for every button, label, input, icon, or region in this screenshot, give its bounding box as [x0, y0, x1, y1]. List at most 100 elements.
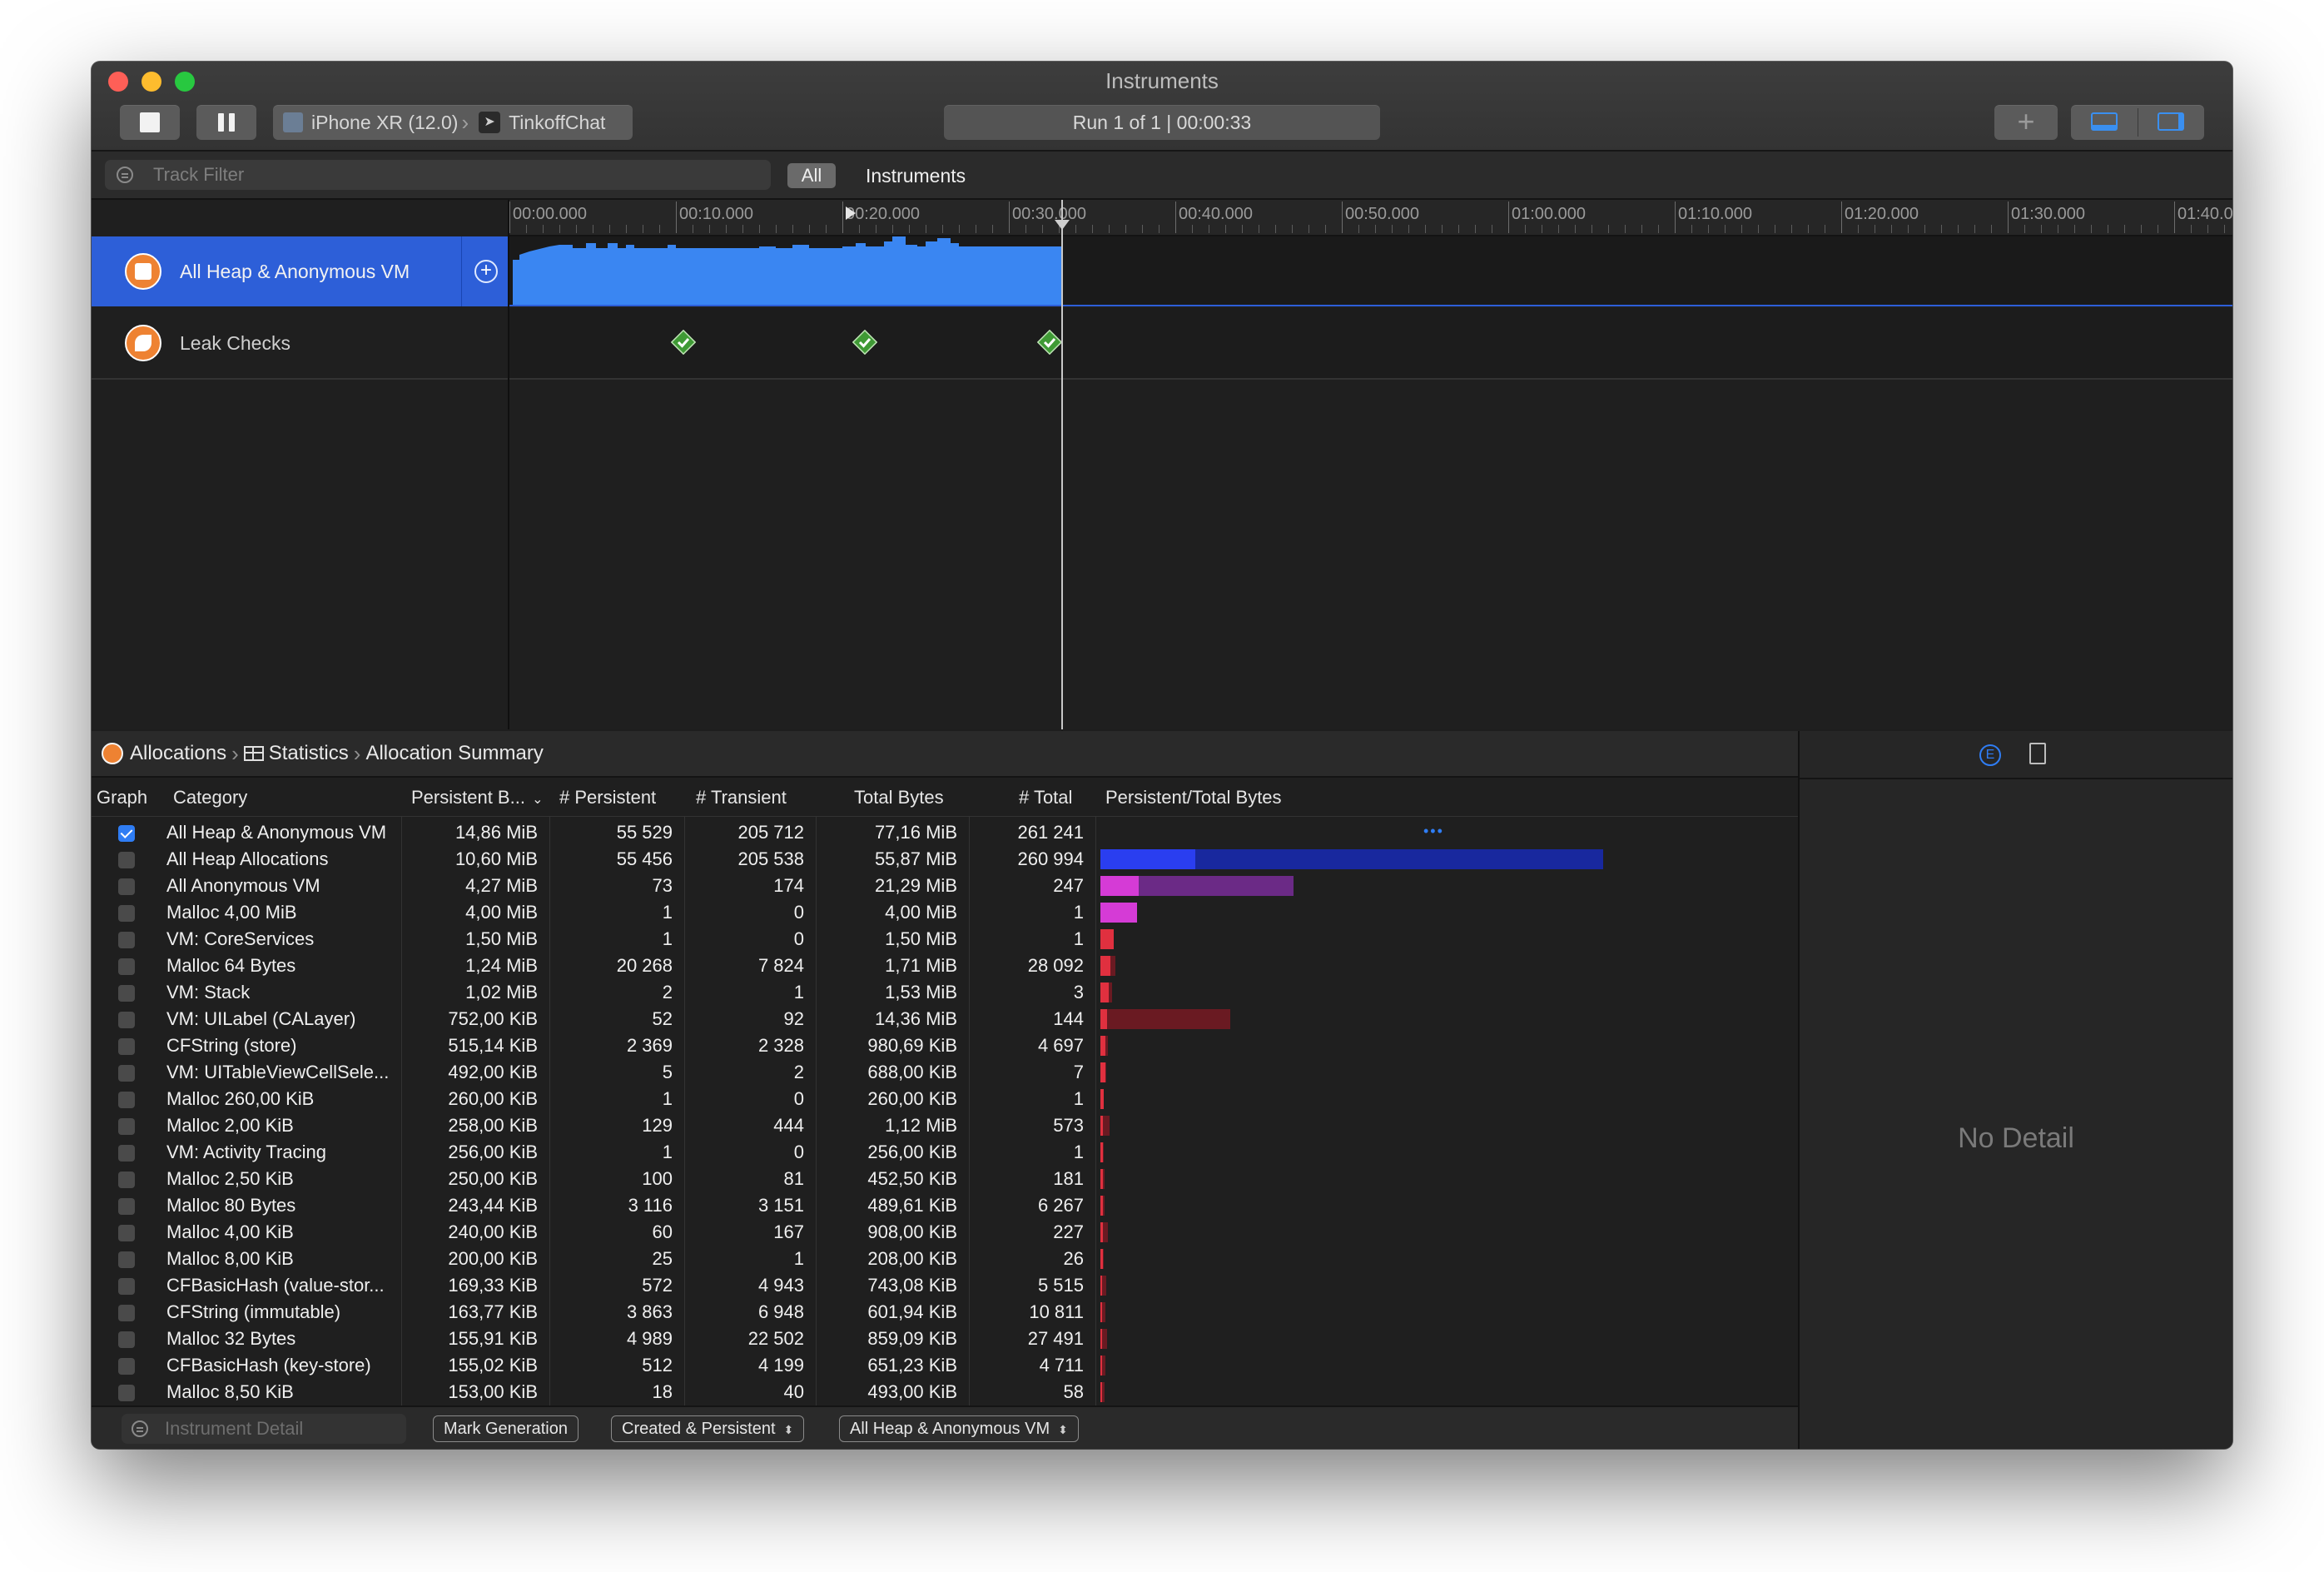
column-header-transient[interactable]: # Transient [696, 779, 787, 816]
table-row[interactable]: Malloc 8,50 KiB 153,00 KiB 18 40 493,00 KiB 5… [92, 1379, 1798, 1405]
graph-checkbox[interactable] [118, 1198, 135, 1215]
track-filter-input[interactable]: Track Filter [105, 160, 771, 190]
cell-category: All Anonymous VM [166, 875, 320, 896]
breadcrumb-summary[interactable]: Allocation Summary [365, 742, 543, 765]
table-row[interactable]: Malloc 32 Bytes 155,91 KiB 4 989 22 502 859,… [92, 1326, 1798, 1352]
leak-check-passed-icon[interactable] [671, 330, 696, 355]
ruler-minor-tick [1758, 225, 1759, 233]
track-row-leaks[interactable]: Leak Checks [92, 308, 2232, 380]
table-row[interactable]: All Anonymous VM 4,27 MiB 73 174 21,29 MiB 24… [92, 873, 1798, 899]
ruler-minor-tick [1625, 225, 1626, 233]
graph-checkbox[interactable] [118, 1172, 135, 1188]
graph-checkbox[interactable] [118, 878, 135, 895]
graph-checkbox[interactable] [118, 825, 135, 842]
table-row[interactable]: VM: Activity Tracing 256,00 KiB 1 0 256,00 K… [92, 1139, 1798, 1166]
leak-check-passed-icon[interactable] [852, 330, 877, 355]
document-icon[interactable] [2029, 743, 2046, 764]
graph-checkbox[interactable] [118, 1358, 135, 1375]
time-ruler[interactable]: 00:00.000 00:10.000 00:20.000 00:30.000 00:4… [509, 200, 2232, 236]
table-row[interactable]: Malloc 260,00 KiB 260,00 KiB 1 0 260,00 KiB 1 [92, 1086, 1798, 1112]
table-row[interactable]: All Heap & Anonymous VM 14,86 MiB 55 529 20… [92, 819, 1798, 846]
table-row[interactable]: CFBasicHash (key-store) 155,02 KiB 512 4 19… [92, 1352, 1798, 1379]
table-row[interactable]: Malloc 2,00 KiB 258,00 KiB 129 444 1,12 MiB 5… [92, 1112, 1798, 1139]
column-header-total-bytes[interactable]: Total Bytes [854, 779, 944, 816]
column-header-graph[interactable]: Graph [97, 779, 147, 816]
target-device-selector[interactable]: iPhone XR (12.0) › ➤ TinkoffChat [273, 105, 633, 140]
breadcrumb-instrument[interactable]: Allocations [130, 742, 226, 765]
table-row[interactable]: Malloc 8,00 KiB 200,00 KiB 25 1 208,00 KiB 26 [92, 1246, 1798, 1272]
graph-checkbox[interactable] [118, 958, 135, 975]
graph-checkbox[interactable] [118, 1092, 135, 1108]
graph-checkbox[interactable] [118, 1145, 135, 1162]
instrument-detail-filter-input[interactable]: Instrument Detail [122, 1414, 406, 1444]
track-name: Leak Checks [180, 332, 290, 354]
graph-checkbox[interactable] [118, 1225, 135, 1241]
playhead[interactable] [1061, 200, 1063, 729]
pause-recording-button[interactable] [196, 105, 256, 140]
scope-instruments-button[interactable]: Instruments [866, 163, 966, 188]
allocation-type-select[interactable]: All Heap & Anonymous VM ⬍ [839, 1415, 1079, 1442]
table-row[interactable]: All Heap Allocations 10,60 MiB 55 456 205 5… [92, 846, 1798, 873]
column-header-category[interactable]: Category [173, 779, 247, 816]
leak-check-passed-icon[interactable] [1037, 330, 1062, 355]
ruler-major-tick [2174, 201, 2175, 233]
table-row[interactable]: Malloc 4,00 KiB 240,00 KiB 60 167 908,00 KiB… [92, 1219, 1798, 1246]
graph-checkbox[interactable] [118, 1118, 135, 1135]
toggle-inspector-button[interactable] [2138, 105, 2204, 140]
graph-checkbox[interactable] [118, 852, 135, 868]
ruler-minor-tick [1791, 225, 1792, 233]
run-status[interactable]: Run 1 of 1 | 00:00:33 [944, 105, 1380, 140]
graph-checkbox[interactable] [118, 1251, 135, 1268]
cell-total-bytes: 493,00 KiB [867, 1381, 957, 1402]
track-row-allocations[interactable]: All Heap & Anonymous VM + [92, 236, 2232, 306]
graph-checkbox[interactable] [118, 1012, 135, 1028]
table-row[interactable]: VM: Stack 1,02 MiB 2 1 1,53 MiB 3 [92, 979, 1798, 1006]
column-header-persistent[interactable]: # Persistent [559, 779, 656, 816]
ruler-major-tick [2008, 201, 2009, 233]
table-row[interactable]: Malloc 4,00 MiB 4,00 MiB 1 0 4,00 MiB 1 [92, 899, 1798, 926]
scope-all-button[interactable]: All [787, 163, 836, 188]
allocations-graph[interactable] [509, 236, 2232, 306]
graph-checkbox[interactable] [118, 1278, 135, 1295]
ruler-label: 01:10.000 [1678, 205, 1752, 223]
mark-generation-button[interactable]: Mark Generation [433, 1415, 579, 1442]
extended-detail-icon[interactable]: E [1979, 744, 2001, 766]
track-header-leaks[interactable]: Leak Checks [92, 308, 508, 378]
graph-checkbox[interactable] [118, 905, 135, 922]
lifespan-select[interactable]: Created & Persistent ⬍ [611, 1415, 805, 1442]
table-row[interactable]: Malloc 2,50 KiB 250,00 KiB 100 81 452,50 KiB… [92, 1166, 1798, 1192]
inspection-marker[interactable] [846, 206, 856, 220]
breadcrumb-view[interactable]: Statistics [269, 742, 349, 765]
graph-checkbox[interactable] [118, 1331, 135, 1348]
column-header-persistent-total-bytes[interactable]: Persistent/Total Bytes [1105, 779, 1282, 816]
stop-recording-button[interactable] [120, 105, 180, 140]
table-row[interactable]: Malloc 80 Bytes 243,44 KiB 3 116 3 151 489,6… [92, 1192, 1798, 1219]
graph-checkbox[interactable] [118, 985, 135, 1002]
cell-total: 3 [1073, 982, 1084, 1002]
cell-total: 4 697 [1037, 1035, 1084, 1056]
graph-checkbox[interactable] [118, 1038, 135, 1055]
column-header-total[interactable]: # Total [1019, 779, 1072, 816]
add-instrument-button[interactable]: + [1994, 105, 2058, 140]
table-row[interactable]: CFString (immutable) 163,77 KiB 3 863 6 948… [92, 1299, 1798, 1326]
ruler-label: 00:10.000 [679, 205, 753, 223]
cell-category: Malloc 2,00 KiB [166, 1115, 294, 1136]
graph-checkbox[interactable] [118, 1385, 135, 1401]
table-row[interactable]: Malloc 64 Bytes 1,24 MiB 20 268 7 824 1,71 M… [92, 953, 1798, 979]
cell-persistent-bytes: 14,86 MiB [454, 822, 538, 843]
playhead-handle-icon[interactable] [1055, 220, 1070, 230]
graph-checkbox[interactable] [118, 932, 135, 948]
table-row[interactable]: VM: UILabel (CALayer) 752,00 KiB 52 92 14,36… [92, 1006, 1798, 1032]
graph-checkbox[interactable] [118, 1065, 135, 1082]
column-header-persistent-bytes[interactable]: Persistent B... ⌄ [411, 779, 543, 818]
table-row[interactable]: CFBasicHash (value-stor... 169,33 KiB 572 4… [92, 1272, 1798, 1299]
graph-checkbox[interactable] [118, 1305, 135, 1321]
ruler-minor-tick [1608, 225, 1609, 233]
add-track-plus-icon[interactable]: + [474, 260, 498, 283]
track-header-allocations[interactable]: All Heap & Anonymous VM + [92, 236, 508, 306]
toggle-detail-area-button[interactable] [2071, 105, 2138, 140]
table-row[interactable]: CFString (store) 515,14 KiB 2 369 2 328 980,… [92, 1032, 1798, 1059]
table-row[interactable]: VM: UITableViewCellSele... 492,00 KiB 5 2 68… [92, 1059, 1798, 1086]
table-row[interactable]: VM: CoreServices 1,50 MiB 1 0 1,50 MiB 1 [92, 926, 1798, 953]
leaks-graph[interactable] [509, 308, 2232, 378]
